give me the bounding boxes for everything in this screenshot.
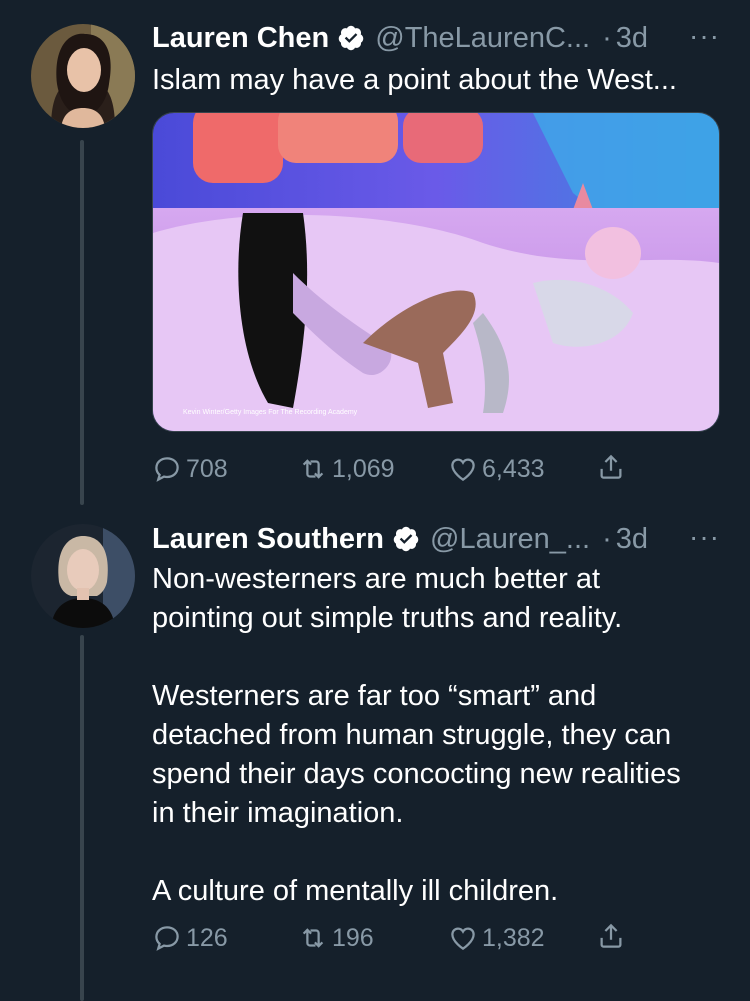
like-button[interactable]: 1,382 xyxy=(448,918,545,958)
retweet-icon xyxy=(302,928,324,948)
more-icon[interactable]: ··· xyxy=(689,20,720,52)
like-count: 1,382 xyxy=(482,923,545,952)
author-handle[interactable]: @TheLaurenC... xyxy=(375,22,590,55)
tweet-actions: 126 196 1,382 xyxy=(152,918,652,958)
reply-icon xyxy=(155,457,179,482)
tweet-text: Non-westerners are much better at pointi… xyxy=(152,563,681,907)
like-icon xyxy=(451,927,475,950)
avatar[interactable] xyxy=(31,24,135,128)
tweet-image[interactable]: Kevin Winter/Getty Images For The Record… xyxy=(152,112,720,432)
avatar[interactable] xyxy=(31,524,135,628)
tweet-header: Lauren Southern @Lauren_... · 3d ··· xyxy=(152,519,720,559)
reply-count: 126 xyxy=(186,923,228,952)
separator-dot: · xyxy=(602,522,612,555)
separator-dot: · xyxy=(602,21,612,54)
retweet-button[interactable]: 1,069 xyxy=(298,449,395,489)
thread-line xyxy=(80,635,84,1001)
photo-credit: Kevin Winter/Getty Images For The Record… xyxy=(183,409,358,416)
tweet-header: Lauren Chen @TheLaurenC... · 3d ··· xyxy=(152,18,720,58)
tweet-1[interactable]: Lauren Chen @TheLaurenC... · 3d ··· Isla… xyxy=(0,0,750,505)
retweet-button[interactable]: 196 xyxy=(298,918,374,958)
timestamp[interactable]: 3d xyxy=(616,22,648,55)
tweet-actions: 708 1,069 6,433 xyxy=(152,449,652,489)
retweet-count: 196 xyxy=(332,923,374,952)
verified-icon xyxy=(393,526,419,552)
share-icon xyxy=(600,454,622,479)
retweet-icon xyxy=(302,459,324,479)
reply-count: 708 xyxy=(186,454,228,483)
reply-button[interactable]: 126 xyxy=(152,918,228,958)
like-button[interactable]: 6,433 xyxy=(448,449,545,489)
like-count: 6,433 xyxy=(482,454,545,483)
like-icon xyxy=(451,458,475,481)
retweet-count: 1,069 xyxy=(332,454,395,483)
tweet-text: Islam may have a point about the West... xyxy=(152,64,677,96)
share-button[interactable] xyxy=(596,921,626,958)
more-icon[interactable]: ··· xyxy=(689,521,720,553)
reply-icon xyxy=(155,926,179,951)
reply-button[interactable]: 708 xyxy=(152,449,228,489)
share-button[interactable] xyxy=(596,452,626,489)
share-icon xyxy=(600,923,622,948)
author-name[interactable]: Lauren Chen xyxy=(152,22,329,55)
tweet-2[interactable]: Lauren Southern @Lauren_... · 3d ··· Non… xyxy=(0,505,750,1001)
author-handle[interactable]: @Lauren_... xyxy=(430,523,590,556)
verified-icon xyxy=(338,25,364,51)
thread-line xyxy=(80,140,84,505)
timestamp[interactable]: 3d xyxy=(616,523,648,556)
author-name[interactable]: Lauren Southern xyxy=(152,523,384,556)
